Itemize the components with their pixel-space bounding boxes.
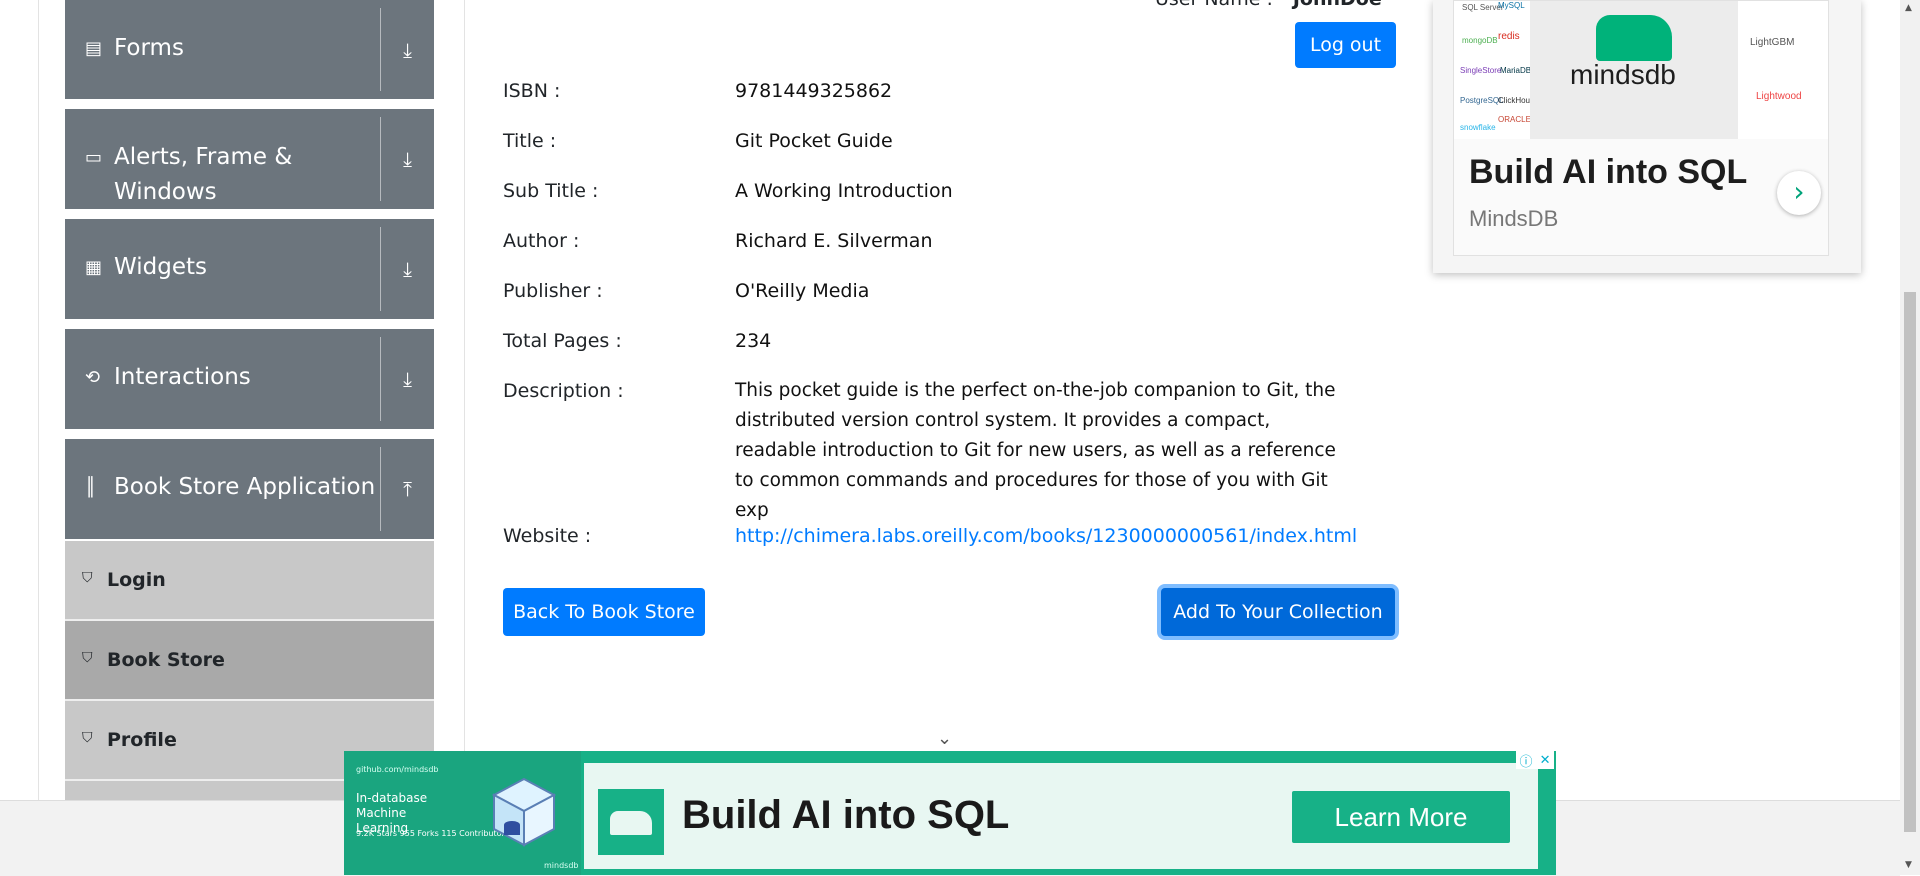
side-ad-brand: MindsDB [1469, 206, 1559, 231]
logo-text: MySQL [1498, 1, 1525, 10]
logo-text: redis [1498, 31, 1520, 42]
bear-logo-icon [1596, 15, 1672, 61]
bottom-ad-info-panel: github.com/mindsdb In-database Machine L… [344, 751, 581, 875]
group-label: Widgets [114, 254, 207, 280]
form-icon: ▤ [85, 38, 103, 59]
field-label: Publisher : [503, 280, 603, 302]
scroll-up-icon[interactable]: ▲ [1905, 3, 1912, 13]
html-shield-icon: ⛉ [82, 650, 93, 666]
chevron-right-icon[interactable]: › [1777, 171, 1821, 215]
field-label: Total Pages : [503, 330, 622, 352]
sidebar-group-widgets[interactable]: ▦ Widgets ⤓ [65, 219, 434, 319]
field-value: A Working Introduction [735, 180, 953, 202]
user-name-label: User Name : [1155, 0, 1273, 10]
ml-logos-panel: LightGBM Lightwood [1738, 1, 1828, 139]
field-label: Author : [503, 230, 580, 252]
logo-text: MariaDB [1500, 66, 1532, 75]
logo-text: ORACLE [1498, 115, 1531, 124]
ad-small-brand: mindsdb [544, 861, 579, 870]
learn-more-button[interactable]: Learn More [1292, 791, 1510, 843]
website-link[interactable]: http://chimera.labs.oreilly.com/books/12… [735, 525, 1357, 547]
content-divider [464, 0, 465, 800]
logo-text: LightGBM [1750, 37, 1795, 48]
group-label: Interactions [114, 364, 251, 390]
user-name-value: JohnDoe [1293, 0, 1382, 10]
sidebar-item-label: Profile [107, 729, 177, 751]
download-arrow-icon[interactable]: ⤓ [381, 367, 434, 391]
logo-text: SingleStore [1460, 66, 1502, 75]
logo-text: Lightwood [1756, 91, 1802, 102]
sidebar-group-interactions[interactable]: ⟲ Interactions ⤓ [65, 329, 434, 429]
field-label: Description : [503, 380, 624, 402]
download-arrow-icon[interactable]: ⤓ [381, 38, 434, 62]
html-shield-icon: ⛉ [82, 570, 93, 586]
mindsdb-hero: mindsdb [1530, 1, 1738, 139]
cube-database-icon [491, 777, 557, 847]
group-label: Forms [114, 35, 184, 61]
field-value: http://chimera.labs.oreilly.com/books/12… [735, 521, 1375, 551]
back-to-book-store-button[interactable]: Back To Book Store [503, 588, 705, 636]
chevron-down-icon[interactable]: ⌄ [937, 728, 952, 749]
field-value: Git Pocket Guide [735, 130, 893, 152]
side-ad-title: Build AI into SQL [1469, 153, 1748, 191]
scrollbar-thumb[interactable] [1904, 292, 1916, 832]
ad-stat: 955 Forks [399, 829, 439, 838]
books-icon: ║ [85, 477, 96, 498]
logout-button[interactable]: Log out [1295, 22, 1396, 68]
side-ad[interactable]: SQL Server MySQL mongoDB redis SingleSto… [1433, 0, 1861, 273]
logo-text: snowflake [1460, 123, 1496, 132]
bottom-ad-headline: Build AI into SQL [682, 793, 1010, 837]
scrollbar[interactable]: ▲ ▼ [1900, 0, 1920, 875]
scroll-down-icon[interactable]: ▼ [1905, 860, 1912, 870]
field-value: 234 [735, 330, 772, 352]
group-label: Book Store Application [114, 474, 376, 500]
ad-info-icon[interactable]: ⓘ [1520, 751, 1533, 770]
ad-source: github.com/mindsdb [356, 765, 439, 774]
sidebar-item-book-store[interactable]: ⛉ Book Store [65, 621, 434, 701]
sidebar-rail [38, 0, 39, 800]
sidebar-group-alerts[interactable]: ▭ Alerts, Frame & Windows ⤓ [65, 109, 434, 209]
add-to-collection-button[interactable]: Add To Your Collection [1161, 588, 1395, 636]
db-logos-panel: SQL Server MySQL mongoDB redis SingleSto… [1454, 1, 1538, 139]
widgets-icon: ▦ [85, 257, 103, 278]
sidebar-item-label: Login [107, 569, 166, 591]
mindsdb-logo-icon [598, 789, 664, 855]
close-icon[interactable]: ✕ [1540, 753, 1551, 768]
sidebar-item-login[interactable]: ⛉ Login [65, 541, 434, 621]
field-label: Sub Title : [503, 180, 599, 202]
field-label: Title : [503, 130, 557, 152]
ad-stat: 9.2K Stars [356, 829, 398, 838]
html-shield-icon: ⛉ [82, 730, 93, 746]
sidebar-group-forms[interactable]: ▤ Forms ⤓ [65, 0, 434, 99]
interactions-icon: ⟲ [85, 367, 101, 388]
logo-text: mongoDB [1462, 36, 1498, 45]
bottom-ad[interactable]: github.com/mindsdb In-database Machine L… [344, 751, 1556, 875]
group-label: Alerts, Frame & Windows [114, 144, 293, 205]
bottom-ad-main[interactable]: Build AI into SQL Learn More [584, 763, 1538, 869]
field-value: This pocket guide is the perfect on-the-… [735, 380, 1336, 521]
window-icon: ▭ [85, 147, 103, 168]
side-ad-card[interactable]: SQL Server MySQL mongoDB redis SingleSto… [1453, 0, 1829, 256]
field-label: ISBN : [503, 80, 561, 102]
sidebar-item-label: Book Store [107, 649, 225, 671]
field-value: 9781449325862 [735, 80, 893, 102]
ad-controls: ⓘ ✕ [1516, 751, 1554, 770]
hero-wordmark: mindsdb [1570, 59, 1676, 90]
user-name-display: User Name : JohnDoe [1155, 0, 1382, 10]
sidebar: ▤ Forms ⤓ ▭ Alerts, Frame & Windows ⤓ ▦ … [0, 0, 465, 802]
upload-arrow-icon[interactable]: ⤒ [381, 477, 434, 501]
field-value: O'Reilly Media [735, 280, 870, 302]
field-label: Website : [503, 525, 592, 547]
bear-shape [610, 811, 652, 835]
download-arrow-icon[interactable]: ⤓ [381, 257, 434, 281]
sidebar-group-book-store-application[interactable]: ║ Book Store Application ⤒ [65, 439, 434, 539]
field-value: Richard E. Silverman [735, 230, 933, 252]
download-arrow-icon[interactable]: ⤓ [381, 147, 434, 171]
